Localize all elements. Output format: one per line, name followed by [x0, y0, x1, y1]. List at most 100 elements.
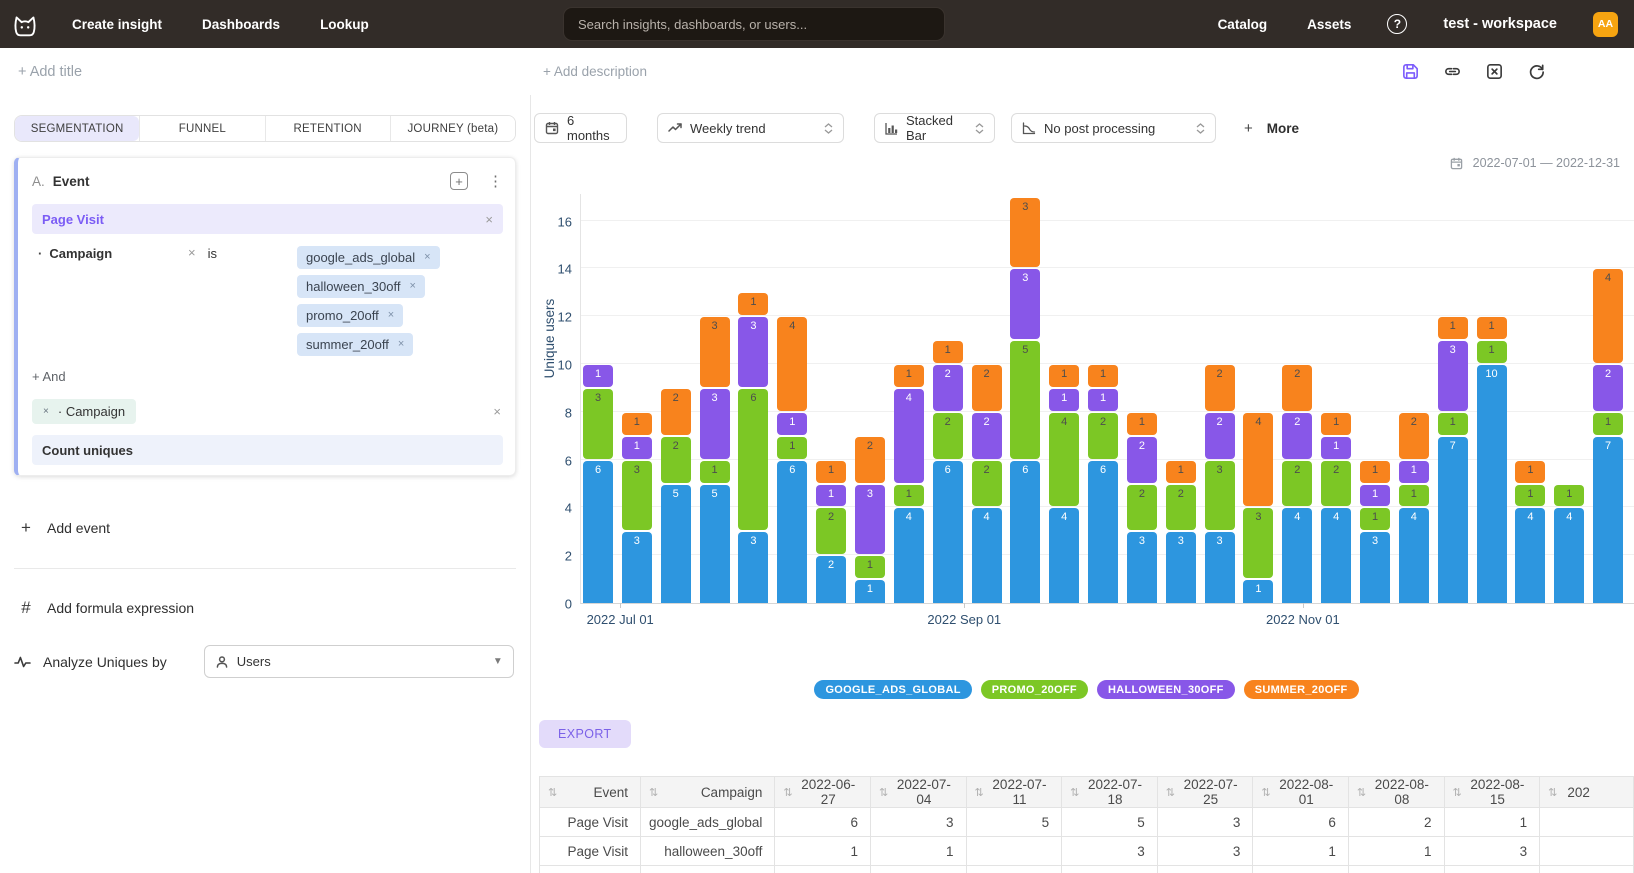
bar-segment-label: 1 [1438, 416, 1468, 428]
bar-2022-08-01: 6114 [777, 193, 807, 603]
legend-pill-summer_20off[interactable]: SUMMER_20OFF [1244, 680, 1359, 699]
remove-event-icon[interactable]: × [485, 213, 493, 226]
table-header-2022-08-08[interactable]: ⇅2022-08-08 [1348, 777, 1444, 808]
clear-breakdown-icon[interactable]: × [493, 405, 501, 418]
post-processing-select[interactable]: No post processing [1011, 113, 1216, 143]
remove-value-icon[interactable]: × [388, 310, 394, 321]
nav-item-assets[interactable]: Assets [1307, 17, 1351, 32]
sort-icon[interactable]: ⇅ [649, 786, 658, 799]
table-cell [540, 866, 641, 873]
event-selector[interactable]: Page Visit × [32, 204, 503, 234]
table-header-202[interactable]: ⇅202 [1540, 777, 1634, 808]
add-description-button[interactable]: + Add description [543, 64, 647, 79]
filter-property[interactable]: Campaign [49, 246, 112, 261]
export-button[interactable]: EXPORT [539, 720, 631, 748]
filter-value-chip[interactable]: halloween_30off× [297, 275, 425, 298]
bar-segment-label: 3 [1010, 272, 1040, 284]
legend-pill-promo_20off[interactable]: PROMO_20OFF [981, 680, 1088, 699]
table-header-2022-07-04[interactable]: ⇅2022-07-04 [870, 777, 966, 808]
table-header-2022-07-18[interactable]: ⇅ 2022-07-18 [1062, 777, 1158, 808]
column-label: 2022-07-18 [1085, 777, 1144, 807]
refresh-icon[interactable] [1526, 62, 1546, 82]
search-input[interactable] [563, 7, 945, 41]
tab-journey[interactable]: JOURNEY (beta) [390, 116, 515, 141]
chart-type-select[interactable]: Stacked Bar [874, 113, 995, 143]
aggregation-selector[interactable]: Count uniques [32, 435, 503, 465]
add-event-button[interactable]: + Add event [18, 518, 516, 538]
bar-segment-label: 1 [1088, 392, 1118, 404]
filter-value-chip[interactable]: google_ads_global× [297, 246, 440, 269]
more-button[interactable]: + More [1244, 120, 1299, 137]
sort-icon[interactable]: ⇅ [1357, 786, 1366, 799]
remove-breakdown-icon[interactable]: × [43, 407, 49, 417]
date-range-button[interactable]: 6 months [534, 113, 627, 143]
bar-segment: 1 [622, 413, 652, 435]
avatar[interactable]: AA [1593, 12, 1618, 37]
bar-segment-label: 1 [1360, 511, 1390, 523]
sort-icon[interactable]: ⇅ [1166, 786, 1175, 799]
help-icon[interactable]: ? [1387, 14, 1407, 34]
table-cell [966, 866, 1062, 873]
bar-segment: 1 [1438, 413, 1468, 435]
bar-segment-label: 3 [1438, 344, 1468, 356]
table-row: Page Visitgoogle_ads_global63553621 [540, 808, 1634, 837]
nav-item-dashboards[interactable]: Dashboards [202, 17, 280, 32]
tab-retention[interactable]: RETENTION [265, 116, 390, 141]
filter-value-chip[interactable]: promo_20off× [297, 304, 403, 327]
table-header-Event[interactable]: ⇅Event [540, 777, 641, 808]
filter-value-chip[interactable]: summer_20off× [297, 333, 413, 356]
bar-segment-label: 1 [1049, 368, 1079, 380]
duplicate-series-icon[interactable]: + [450, 172, 468, 190]
clear-icon[interactable] [1484, 62, 1504, 82]
tab-segmentation[interactable]: SEGMENTATION [15, 116, 139, 141]
app-logo-cat-icon[interactable] [10, 9, 40, 39]
filter-operator[interactable]: is [208, 246, 217, 261]
table-header-2022-06-27[interactable]: ⇅2022-06-27 [775, 777, 871, 808]
analyze-row: Analyze Uniques by Users ▼ [14, 645, 516, 678]
sort-icon[interactable]: ⇅ [783, 786, 792, 799]
add-title-button[interactable]: + Add title [18, 64, 82, 80]
save-icon[interactable] [1400, 62, 1420, 82]
sort-icon[interactable]: ⇅ [1453, 786, 1462, 799]
legend-pill-halloween_30off[interactable]: HALLOWEEN_30OFF [1097, 680, 1235, 699]
bar-segment: 2 [816, 508, 846, 554]
table-header-2022-08-15[interactable]: ⇅2022-08-15 [1444, 777, 1540, 808]
table-header-2022-07-11[interactable]: ⇅2022-07-11 [966, 777, 1062, 808]
nav-item-catalog[interactable]: Catalog [1218, 17, 1268, 32]
bar-segment-label: 3 [738, 535, 768, 547]
add-and-filter-button[interactable]: + And [32, 369, 503, 384]
legend-pill-google_ads_global[interactable]: GOOGLE_ADS_GLOBAL [814, 680, 971, 699]
sort-icon[interactable]: ⇅ [1548, 786, 1557, 799]
trend-select[interactable]: Weekly trend [657, 113, 844, 143]
sort-icon[interactable]: ⇅ [1261, 786, 1270, 799]
remove-value-icon[interactable]: × [398, 339, 404, 350]
workspace-name[interactable]: test - workspace [1443, 16, 1557, 32]
sort-icon[interactable]: ⇅ [1070, 786, 1079, 799]
link-icon[interactable] [1442, 62, 1462, 82]
table-header-Campaign[interactable]: ⇅Campaign [641, 777, 775, 808]
breakdown-chip[interactable]: × · Campaign [32, 399, 136, 424]
sort-icon[interactable]: ⇅ [975, 786, 984, 799]
series-menu-icon[interactable]: ⋮ [488, 172, 503, 190]
bar-segment-label: 1 [933, 344, 963, 356]
nav-item-create-insight[interactable]: Create insight [72, 17, 162, 32]
add-formula-button[interactable]: # Add formula expression [18, 598, 516, 618]
bar-segment-label: 1 [1049, 392, 1079, 404]
remove-filter-icon[interactable]: × [188, 246, 196, 259]
sort-icon[interactable]: ⇅ [548, 786, 557, 799]
bar-2022-07-18: 5133 [700, 193, 730, 603]
table-cell [1348, 866, 1444, 873]
sort-icon[interactable]: ⇅ [879, 786, 888, 799]
bar-segment-label: 3 [583, 392, 613, 404]
table-cell: 3 [1062, 837, 1158, 866]
filter-row: · Campaign × is google_ads_global×hallow… [32, 246, 503, 356]
tab-funnel[interactable]: FUNNEL [139, 116, 264, 141]
nav-item-lookup[interactable]: Lookup [320, 17, 369, 32]
bar-segment: 1 [1360, 485, 1390, 507]
table-header-2022-08-01[interactable]: ⇅2022-08-01 [1253, 777, 1349, 808]
remove-value-icon[interactable]: × [409, 281, 415, 292]
analyze-by-select[interactable]: Users ▼ [204, 645, 514, 678]
table-header-2022-07-25[interactable]: ⇅2022-07-25 [1157, 777, 1253, 808]
bar-segment-label: 5 [661, 488, 691, 500]
remove-value-icon[interactable]: × [424, 252, 430, 263]
